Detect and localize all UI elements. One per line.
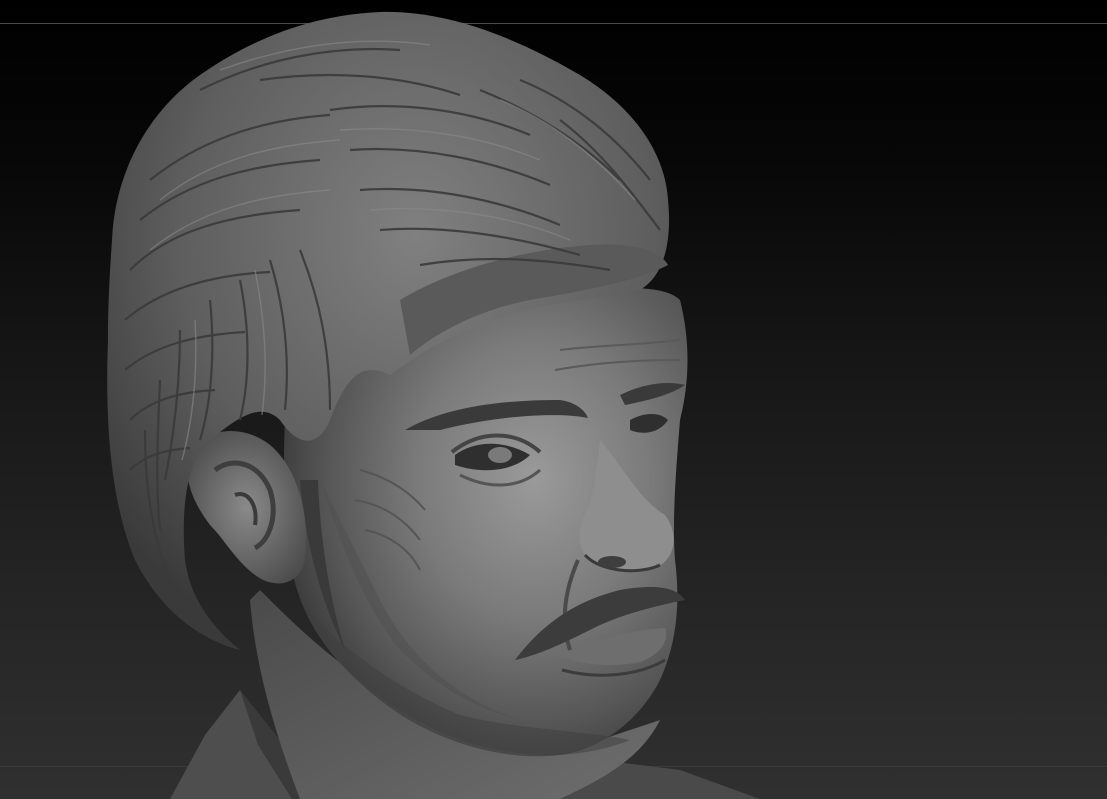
sculpt-viewport[interactable] [0, 0, 1107, 799]
sculpt-mesh-icon[interactable] [0, 0, 1107, 799]
